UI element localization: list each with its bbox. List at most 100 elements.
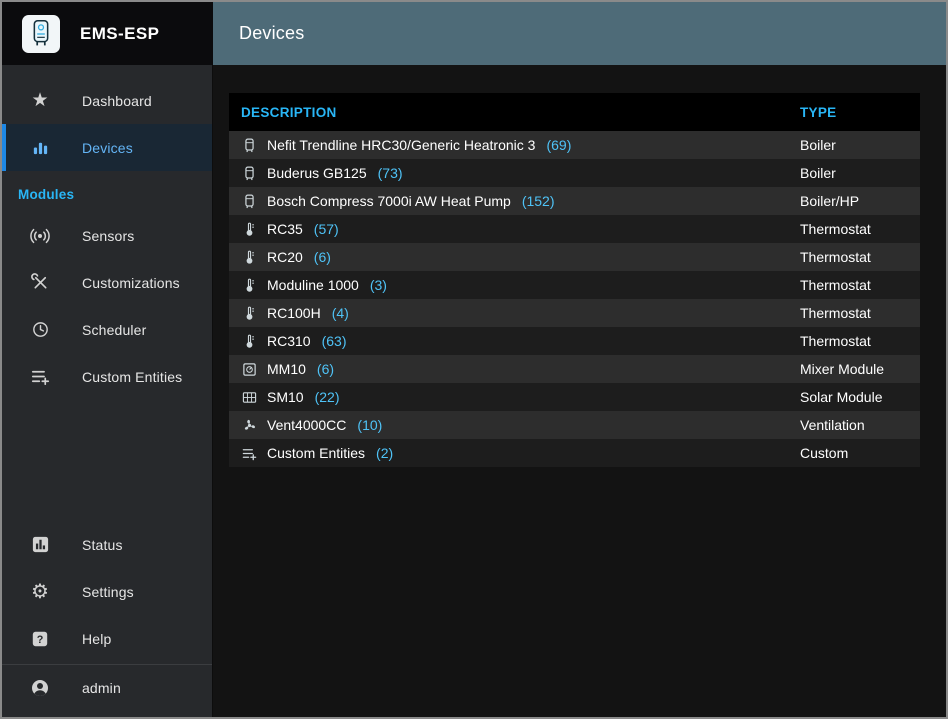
device-row[interactable]: Moduline 1000 (3) Thermostat — [229, 271, 920, 299]
bar-chart-icon — [28, 535, 52, 554]
device-name: Moduline 1000 — [267, 277, 359, 293]
device-type: Boiler/HP — [788, 187, 920, 215]
sidebar-item-sensors[interactable]: Sensors — [2, 212, 212, 259]
sidebar-item-label: Sensors — [82, 228, 134, 244]
device-name: SM10 — [267, 389, 304, 405]
device-type: Solar Module — [788, 383, 920, 411]
sidebar-item-status[interactable]: Status — [2, 521, 212, 568]
logo-area: EMS-ESP — [2, 2, 213, 65]
sidebar-item-label: Customizations — [82, 275, 180, 291]
ems-esp-logo-icon — [22, 15, 60, 53]
custom-icon — [241, 445, 257, 461]
device-row[interactable]: MM10 (6) Mixer Module — [229, 355, 920, 383]
sensors-icon — [28, 226, 52, 246]
thermostat-icon — [241, 305, 257, 321]
device-type: Boiler — [788, 159, 920, 187]
sidebar-item-devices[interactable]: Devices — [2, 124, 212, 171]
device-row[interactable]: SM10 (22) Solar Module — [229, 383, 920, 411]
sidebar-item-label: Dashboard — [82, 93, 152, 109]
sidebar-item-help[interactable]: ? Help — [2, 615, 212, 662]
device-type: Boiler — [788, 131, 920, 159]
sidebar-item-label: Help — [82, 631, 111, 647]
clock-icon — [28, 320, 52, 339]
device-name: RC100H — [267, 305, 321, 321]
help-icon: ? — [28, 630, 52, 648]
device-entity-count: (22) — [315, 389, 340, 405]
svg-text:?: ? — [37, 634, 44, 646]
device-entity-count: (73) — [378, 165, 403, 181]
device-row[interactable]: Bosch Compress 7000i AW Heat Pump (152) … — [229, 187, 920, 215]
app-window: EMS-ESP Devices ★ Dashboard Devices Modu… — [0, 0, 948, 719]
thermostat-icon — [241, 221, 257, 237]
tools-icon — [28, 273, 52, 292]
gear-icon: ⚙ — [28, 582, 52, 602]
devices-table: DESCRIPTION TYPE Nefit Trendline HRC30/G… — [229, 93, 920, 467]
sidebar-item-customizations[interactable]: Customizations — [2, 259, 212, 306]
boiler-icon — [241, 165, 257, 181]
device-row[interactable]: RC310 (63) Thermostat — [229, 327, 920, 355]
sidebar-item-label: Settings — [82, 584, 134, 600]
sidebar-item-label: Scheduler — [82, 322, 146, 338]
device-name: RC310 — [267, 333, 311, 349]
device-name: Nefit Trendline HRC30/Generic Heatronic … — [267, 137, 535, 153]
device-name: RC35 — [267, 221, 303, 237]
device-row[interactable]: Vent4000CC (10) Ventilation — [229, 411, 920, 439]
ventilation-icon — [241, 417, 257, 433]
device-name: Buderus GB125 — [267, 165, 367, 181]
device-entity-count: (2) — [376, 445, 393, 461]
sidebar-item-custom-entities[interactable]: Custom Entities — [2, 353, 212, 400]
sidebar-item-label: Status — [82, 537, 123, 553]
device-entity-count: (69) — [546, 137, 571, 153]
device-row[interactable]: RC100H (4) Thermostat — [229, 299, 920, 327]
appbar: Devices — [213, 2, 946, 65]
device-row[interactable]: Nefit Trendline HRC30/Generic Heatronic … — [229, 131, 920, 159]
devices-chart-icon — [28, 138, 52, 157]
device-entity-count: (57) — [314, 221, 339, 237]
boiler-icon — [241, 193, 257, 209]
device-entity-count: (6) — [317, 361, 334, 377]
device-name: Bosch Compress 7000i AW Heat Pump — [267, 193, 511, 209]
username-label: admin — [82, 680, 121, 696]
device-row[interactable]: RC20 (6) Thermostat — [229, 243, 920, 271]
device-entity-count: (3) — [370, 277, 387, 293]
device-type: Ventilation — [788, 411, 920, 439]
device-name: RC20 — [267, 249, 303, 265]
sidebar-item-label: Custom Entities — [82, 369, 182, 385]
device-type: Custom — [788, 439, 920, 467]
column-header-description: DESCRIPTION — [229, 93, 788, 131]
app-title: EMS-ESP — [80, 24, 159, 44]
device-entity-count: (4) — [332, 305, 349, 321]
column-header-type: TYPE — [788, 93, 920, 131]
sidebar-item-settings[interactable]: ⚙ Settings — [2, 568, 212, 615]
solar-icon — [241, 389, 257, 405]
device-type: Thermostat — [788, 215, 920, 243]
table-header-row: DESCRIPTION TYPE — [229, 93, 920, 131]
modules-section-label: Modules — [2, 171, 212, 212]
device-type: Thermostat — [788, 299, 920, 327]
device-type: Mixer Module — [788, 355, 920, 383]
device-entity-count: (152) — [522, 193, 555, 209]
device-row[interactable]: RC35 (57) Thermostat — [229, 215, 920, 243]
star-icon: ★ — [28, 91, 52, 110]
device-entity-count: (10) — [357, 417, 382, 433]
device-entity-count: (63) — [322, 333, 347, 349]
sidebar-item-scheduler[interactable]: Scheduler — [2, 306, 212, 353]
mixer-icon — [241, 361, 257, 377]
device-row[interactable]: Custom Entities (2) Custom — [229, 439, 920, 467]
playlist-add-icon — [28, 367, 52, 386]
device-name: MM10 — [267, 361, 306, 377]
thermostat-icon — [241, 277, 257, 293]
main-content: DESCRIPTION TYPE Nefit Trendline HRC30/G… — [213, 65, 946, 717]
device-type: Thermostat — [788, 327, 920, 355]
device-name: Custom Entities — [267, 445, 365, 461]
device-table-body: Nefit Trendline HRC30/Generic Heatronic … — [229, 131, 920, 467]
account-circle-icon — [28, 678, 52, 698]
thermostat-icon — [241, 249, 257, 265]
thermostat-icon — [241, 333, 257, 349]
sidebar-item-admin-user[interactable]: admin — [2, 664, 212, 711]
boiler-icon — [241, 137, 257, 153]
device-row[interactable]: Buderus GB125 (73) Boiler — [229, 159, 920, 187]
sidebar-item-label: Devices — [82, 140, 133, 156]
sidebar-item-dashboard[interactable]: ★ Dashboard — [2, 77, 212, 124]
device-type: Thermostat — [788, 243, 920, 271]
